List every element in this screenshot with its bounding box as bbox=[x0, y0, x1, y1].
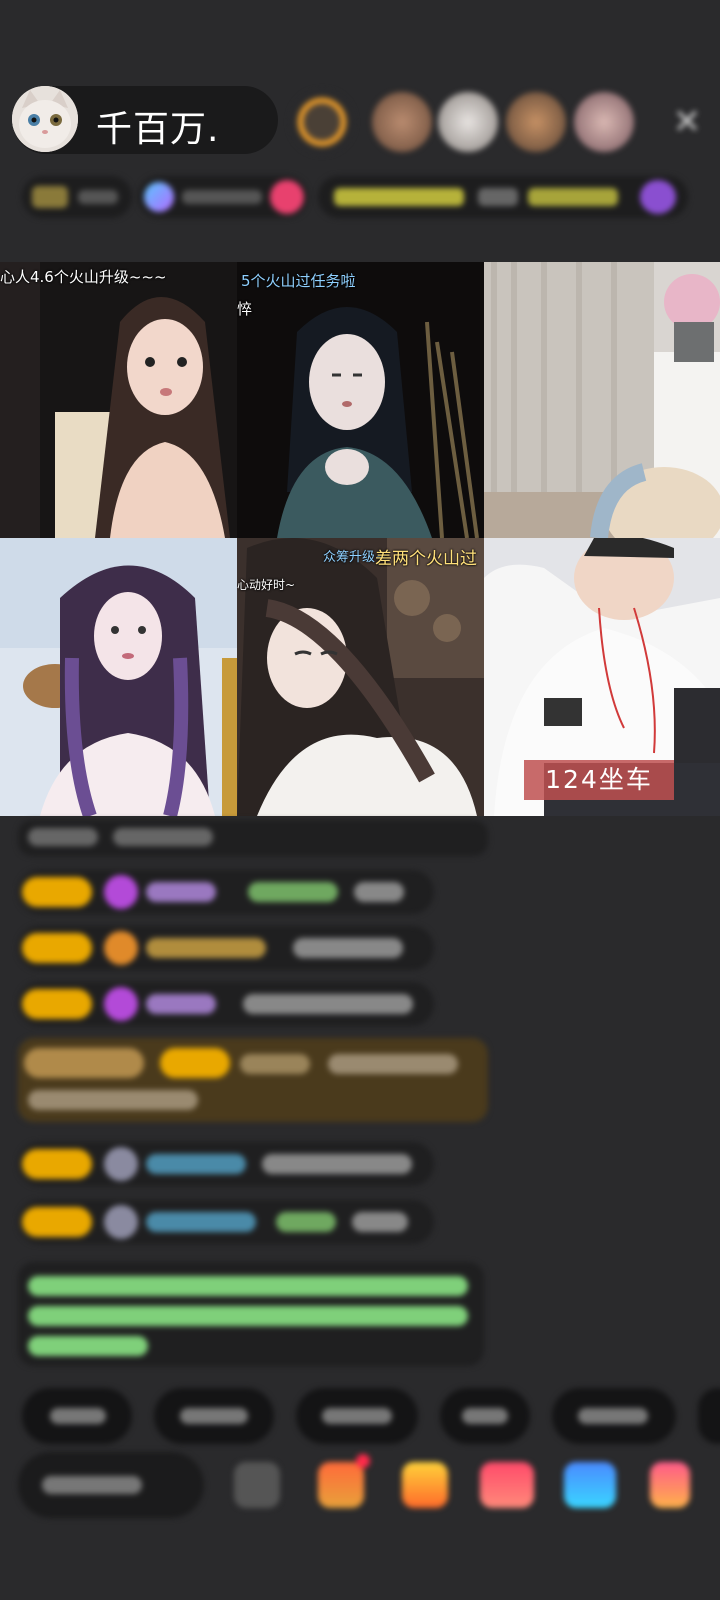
chat-message[interactable] bbox=[18, 926, 434, 970]
quick-chip[interactable] bbox=[22, 1388, 132, 1444]
cat-avatar-image bbox=[12, 86, 78, 152]
video-cell-1[interactable]: 心人4.6个火山升级~~~ bbox=[0, 262, 237, 538]
close-icon[interactable]: ✕ bbox=[667, 102, 707, 142]
quick-chip[interactable] bbox=[552, 1388, 676, 1444]
viewer-avatar[interactable] bbox=[574, 92, 634, 152]
share-icon[interactable] bbox=[564, 1462, 616, 1508]
seat-label: 124坐车 bbox=[524, 760, 674, 800]
gift-icon[interactable] bbox=[318, 1454, 370, 1508]
rank-strip[interactable] bbox=[22, 176, 132, 218]
shop-icon[interactable] bbox=[402, 1462, 448, 1508]
system-message bbox=[18, 1262, 484, 1366]
host-pill[interactable]: 千百万. bbox=[12, 86, 278, 154]
video-grid: 心人4.6个火山升级~~~ 5个火山过任务啦 悴 众筹升级~ 差两个火山过 心动… bbox=[0, 262, 720, 816]
video-cell-6[interactable]: 124坐车 bbox=[484, 538, 720, 816]
cell-1-overlay: 心人4.6个火山升级~~~ bbox=[0, 268, 167, 286]
heart-icon[interactable] bbox=[480, 1462, 534, 1508]
chat-message[interactable] bbox=[18, 1142, 434, 1186]
host-avatar[interactable] bbox=[12, 86, 78, 152]
streamer-video-4 bbox=[0, 538, 237, 816]
host-name: 千百万. bbox=[96, 109, 220, 150]
viewer-avatar[interactable] bbox=[438, 92, 498, 152]
chat-message[interactable] bbox=[18, 982, 434, 1026]
cell-2-overlay-2: 悴 bbox=[237, 300, 253, 318]
streamer-video-1 bbox=[0, 262, 237, 538]
chat-message[interactable] bbox=[18, 820, 488, 856]
viewer-avatar[interactable] bbox=[506, 92, 566, 152]
task-strip[interactable] bbox=[318, 176, 688, 218]
quick-chip[interactable] bbox=[698, 1388, 720, 1444]
chat-message-highlight[interactable] bbox=[18, 1038, 488, 1122]
hour-rank-strip[interactable] bbox=[138, 176, 308, 218]
comment-input[interactable] bbox=[18, 1452, 204, 1518]
quick-chip[interactable] bbox=[440, 1388, 530, 1444]
video-cell-3[interactable] bbox=[484, 262, 720, 538]
cell-5-overlay-3: 心动好时~ bbox=[237, 578, 296, 592]
quick-chip[interactable] bbox=[296, 1388, 418, 1444]
viewer-avatar[interactable] bbox=[372, 92, 432, 152]
video-cell-5[interactable]: 众筹升级~ 差两个火山过 心动好时~ bbox=[237, 538, 484, 816]
cell-2-overlay: 5个火山过任务啦 bbox=[241, 272, 356, 290]
video-cell-4[interactable] bbox=[0, 538, 237, 816]
chat-message[interactable] bbox=[18, 870, 434, 914]
more-icon[interactable] bbox=[650, 1462, 690, 1508]
streamer-video-2 bbox=[237, 262, 484, 538]
chat-message[interactable] bbox=[18, 1200, 434, 1244]
quick-chip[interactable] bbox=[154, 1388, 274, 1444]
streamer-video-3 bbox=[484, 262, 720, 538]
cell-5-overlay-2: 差两个火山过 bbox=[375, 549, 477, 569]
top-viewer-avatar[interactable] bbox=[290, 90, 354, 154]
emoji-icon[interactable] bbox=[234, 1462, 280, 1508]
video-cell-2[interactable]: 5个火山过任务啦 悴 bbox=[237, 262, 484, 538]
